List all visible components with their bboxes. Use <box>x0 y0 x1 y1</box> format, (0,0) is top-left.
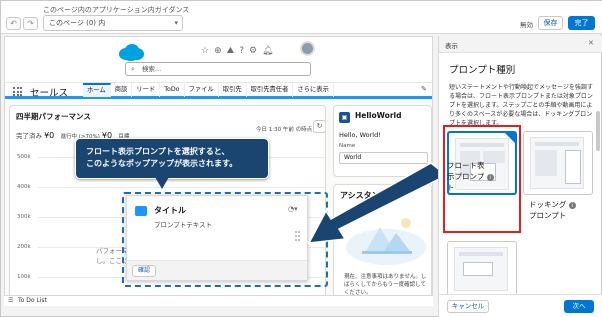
search-placeholder: 検索... <box>142 65 162 73</box>
panel-description: 短いステートメントや行動喚起でメッセージを強調する場合は、フロート表示プロンプト… <box>449 84 593 127</box>
edit-nav-icon[interactable]: ✎ <box>421 85 427 93</box>
targeted-prompt-thumbnail <box>454 247 508 291</box>
chat-icon <box>135 206 147 216</box>
tab-todo[interactable]: ToDo <box>160 83 185 97</box>
option-docked-prompt[interactable] <box>523 131 593 195</box>
tab-opportunities[interactable]: 商談 <box>111 83 133 97</box>
option-floating-label-line2-text: 示プロンプ <box>447 172 485 181</box>
floating-prompt: タイトル プロンプトテキスト ◔▾ 確認 <box>126 195 308 281</box>
tab-leads[interactable]: リード <box>132 83 161 97</box>
y-tick: 200k <box>17 244 31 250</box>
y-tick: 400k <box>17 184 31 190</box>
notification-bell-icon[interactable]: 🔔︎ <box>262 45 273 57</box>
info-icon[interactable]: i <box>568 202 576 209</box>
builder-bar: このページ内のアプリケーション内ガイダンス ↶ ↷ このページ (0) 内 ▾ … <box>1 1 602 34</box>
page-prompt-select[interactable]: このページ (0) 内 ▾ <box>43 15 183 31</box>
salesforce-logo-icon <box>119 44 144 61</box>
option-floating-label-line3: ト <box>447 183 455 192</box>
option-floating-label-line1: フロート表 <box>447 161 485 170</box>
option-docked-label-line1-text: ドッキング <box>529 200 567 209</box>
refresh-icon[interactable]: ↻ <box>313 120 325 133</box>
settings-gear-icon[interactable]: ⚙ <box>249 45 257 57</box>
add-icon[interactable]: ⊕ <box>214 45 222 57</box>
closed-label: 完了済み <box>16 132 42 140</box>
cancel-button[interactable]: キャンセル <box>447 300 489 313</box>
option-floating-label: フロート表 示プロンプ i ト <box>441 160 511 193</box>
user-avatar[interactable] <box>300 41 315 56</box>
panel-header: 表示 ✕ <box>439 36 602 53</box>
app-frame: このページ内のアプリケーション内ガイダンス ↶ ↷ このページ (0) 内 ▾ … <box>0 0 602 317</box>
callout-line1: フロート表示プロンプトを選択すると、 <box>86 147 230 156</box>
perf-title: 四半期パフォーマンス <box>16 112 91 121</box>
save-button[interactable]: 保存 <box>538 16 563 30</box>
todo-list-item[interactable]: To Do List <box>18 297 47 304</box>
prompt-type-panel: 表示 ✕ プロンプト種別 短いステートメントや行動喚起でメッセージを強調する場合… <box>438 36 602 317</box>
prompt-title: タイトル <box>154 206 186 215</box>
chevron-down-icon: ▾ <box>174 19 178 27</box>
y-tick: 500k <box>17 154 31 160</box>
panel-title: プロンプト種別 <box>449 65 516 76</box>
option-docked-label-line2: プロンプト <box>529 211 567 220</box>
annotation-callout: フロート表示プロンプトを選択すると、 このようなポップアップが表示されます。 <box>75 138 269 179</box>
help-icon[interactable]: ? <box>239 45 244 57</box>
y-tick: 300k <box>17 214 31 220</box>
search-icon: ⌕ <box>131 65 135 73</box>
done-button[interactable]: 完了 <box>568 16 595 30</box>
next-button[interactable]: 次へ <box>564 300 594 313</box>
trailhead-icon[interactable]: ⛰ <box>227 45 235 57</box>
callout-tail <box>155 177 169 189</box>
confirm-button[interactable]: 確認 <box>132 265 156 277</box>
global-search-input[interactable]: ⌕ 検索... <box>125 62 311 76</box>
global-header: ⌕ 検索... ☆ ⊕ ⛰ ? ⚙ 🔔︎ <box>5 37 432 82</box>
panel-footer: キャンセル 次へ <box>439 294 602 317</box>
app-nav-bar: セールス ホーム 商談 リード ToDo ファイル 取引先 取引先責任者 さらに… <box>5 82 432 99</box>
tab-files[interactable]: ファイル <box>185 83 219 97</box>
prompt-options-icon[interactable]: ◔▾ <box>288 205 298 213</box>
undo-button[interactable]: ↶ <box>6 17 21 30</box>
option-floating-label-line2: 示プロンプ i <box>447 171 511 182</box>
utility-bar: ☰ To Do List <box>4 295 433 306</box>
option-targeted-prompt[interactable] <box>447 241 517 296</box>
nav-tabs: ホーム 商談 リード ToDo ファイル 取引先 取引先責任者 さらに表示 <box>83 83 334 97</box>
closed-value: ¥0 <box>44 131 55 140</box>
helloworld-title: HelloWorld <box>355 111 402 120</box>
option-docked-label: ドッキング i プロンプト <box>529 199 593 221</box>
tab-home[interactable]: ホーム <box>83 83 111 97</box>
name-label: Name <box>339 143 356 149</box>
panel-scrollbar[interactable] <box>596 111 600 151</box>
annotation-arrow-icon <box>307 162 442 244</box>
list-icon: ☰ <box>8 297 14 304</box>
app-name: セールス <box>30 88 69 99</box>
tab-contacts[interactable]: 取引先責任者 <box>247 83 294 97</box>
y-tick: 100k <box>17 274 31 280</box>
tab-accounts[interactable]: 取引先 <box>219 83 247 97</box>
app-launcher-icon[interactable] <box>13 87 22 96</box>
prompt-body: プロンプトテキスト <box>154 221 213 229</box>
status-label: 無効 <box>520 21 533 29</box>
callout-line2: このようなポップアップが表示されます。 <box>86 159 238 168</box>
docked-prompt-thumbnail <box>530 137 584 189</box>
prompt-footer: 確認 <box>127 260 307 280</box>
close-icon[interactable]: ✕ <box>588 39 594 47</box>
redo-button[interactable]: ↷ <box>23 17 38 30</box>
component-icon: ▣ <box>339 112 350 123</box>
option-docked-label-line1: ドッキング i <box>529 199 593 210</box>
builder-caption: このページ内のアプリケーション内ガイダンス <box>43 6 190 14</box>
drag-handle-icon[interactable] <box>295 231 300 241</box>
tab-more[interactable]: さらに表示 <box>293 83 334 97</box>
header-icons: ☆ ⊕ ⛰ ? ⚙ 🔔︎ <box>201 45 273 57</box>
panel-header-label: 表示 <box>445 42 458 50</box>
perf-date: 今日 1:30 午前 の時点 <box>256 127 313 133</box>
info-icon[interactable]: i <box>486 174 494 181</box>
favorites-icon[interactable]: ☆ <box>201 45 209 57</box>
helloworld-greeting: Hello, World! <box>339 131 381 139</box>
assistant-text: 現在、注意事項はありません。しばらくしてからもう一度確認してください。 <box>344 274 427 296</box>
page-prompt-select-value: このページ (0) 内 <box>49 19 106 27</box>
gridline <box>38 187 325 188</box>
